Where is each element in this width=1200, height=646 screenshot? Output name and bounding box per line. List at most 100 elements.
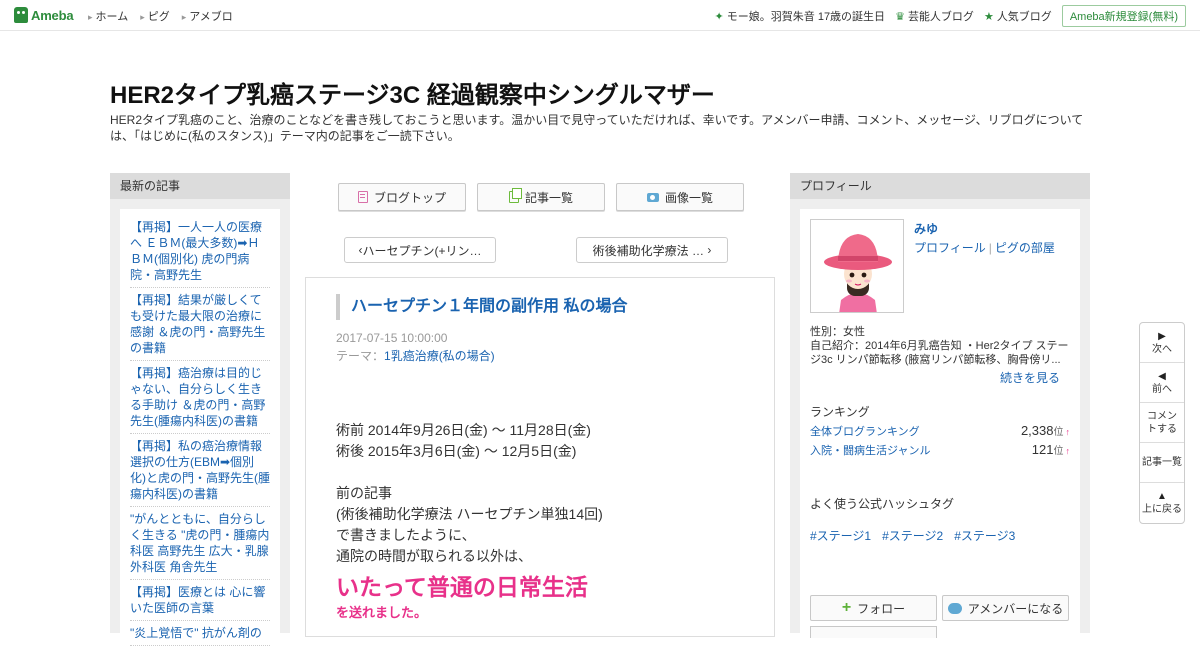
read-more-link[interactable]: 続きを見る — [1000, 369, 1060, 386]
article-highlight-sub: を送れました。 — [336, 605, 428, 620]
prev-article-button[interactable]: ‹ ハーセプチン(+リン… — [344, 237, 496, 263]
article: ハーセプチン１年間の副作用 私の場合 2017-07-15 10:00:00 テ… — [305, 277, 775, 637]
celebrity-blog-label: 芸能人ブログ — [907, 11, 974, 23]
nav-ameblo-label: アメブロ — [189, 11, 233, 23]
blog-tabs: ブログトップ 記事一覧 画像一覧 — [338, 183, 744, 211]
back-to-top-label: 上に戻る — [1142, 504, 1182, 515]
previous-button[interactable]: ◀ 前へ — [1140, 363, 1184, 403]
list-icon — [508, 188, 522, 203]
up-arrow-icon: ↑ — [1065, 427, 1071, 437]
separator: | — [988, 241, 992, 255]
ranking-value: 121位 ↑ — [1032, 442, 1070, 457]
genre-ranking-link[interactable]: 入院・闘病生活ジャンル — [810, 442, 930, 458]
image-list-button[interactable]: 画像一覧 — [616, 183, 744, 211]
avatar[interactable] — [810, 219, 904, 313]
blog-top-label: ブログトップ — [373, 190, 446, 205]
trending-topic-link[interactable]: ✦ モー娘。羽賀朱音 17歳の誕生日 — [715, 8, 886, 24]
article-list-side-button[interactable]: 記事一覧 — [1140, 443, 1184, 483]
nav-home-link[interactable]: ▸ ホーム — [88, 8, 128, 24]
next-button[interactable]: ▶ 次へ — [1140, 323, 1184, 363]
profile-gender: 性別：女性 — [810, 326, 865, 338]
crown-icon: ♛ — [895, 10, 905, 23]
list-item: 【再掲】医療とは 心に響いた医師の言葉 — [130, 580, 270, 621]
hashtag-list: #ステージ1 #ステージ2 #ステージ3 — [810, 527, 1015, 544]
floating-nav: ▶ 次へ ◀ 前へ コメントする 記事一覧 ▲ 上に戻る — [1139, 322, 1185, 524]
article-line: で書きましたように、 — [336, 527, 476, 543]
pigg-room-link[interactable]: ピグの部屋 — [995, 241, 1055, 255]
blog-description: HER2タイプ乳癌のこと、治療のことなどを書き残しておこうと思います。温かい目で… — [110, 113, 1084, 143]
message-button[interactable] — [810, 626, 937, 638]
article-line: 通院の時間が取られる以外は、 — [336, 548, 532, 564]
comment-button[interactable]: コメントする — [1140, 403, 1184, 443]
profile-sidebar: プロフィール みゆ プロフィール | ピグの部屋 性別：女性 自己紹介：2014… — [790, 173, 1090, 639]
article-theme: テーマ：1乳癌治療(私の場合) — [336, 347, 495, 364]
global-header: Ameba ▸ ホーム ▸ ピグ ▸ アメブロ ✦ モー娘。羽賀朱音 17歳の誕生日 ♛… — [0, 0, 1200, 31]
ameba-logo[interactable]: Ameba — [14, 6, 74, 24]
profile-heading: プロフィール — [790, 173, 1090, 199]
article-line: 前の記事 — [336, 485, 392, 501]
latest-articles-list: 【再掲】一人一人の医療へ ＥＢＭ(最大多数)➡ＨＢＭ(個別化) 虎の門病院・高野… — [120, 209, 280, 646]
article-date: 2017-07-15 10:00:00 — [336, 331, 448, 345]
list-item: 【再掲】私の癌治療情報選択の仕方(EBM➡個別化)と虎の門・高野先生(腫瘍内科医… — [130, 434, 270, 507]
play-left-icon: ◀ — [1158, 370, 1166, 382]
become-member-button[interactable]: アメンバーになる — [942, 595, 1069, 621]
latest-article-link[interactable]: 【再掲】癌治療は目的じゃない、自分らしく生きる手助け ＆虎の門・高野先生(腫瘍内… — [130, 366, 265, 428]
list-item: 【再掲】一人一人の医療へ ＥＢＭ(最大多数)➡ＨＢＭ(個別化) 虎の門病院・高野… — [130, 215, 270, 288]
article-body: 術前 2014年9月26日(金) ～ 11月28日(金) 術後 2015年3月6… — [336, 420, 603, 622]
blog-icon — [357, 191, 368, 203]
profile-link[interactable]: プロフィール — [914, 241, 986, 255]
back-to-top-button[interactable]: ▲ 上に戻る — [1140, 483, 1184, 523]
up-arrow-icon: ↑ — [1065, 446, 1071, 456]
next-article-button[interactable]: 術後補助化学療法 … › — [576, 237, 728, 263]
list-item: "炎上覚悟で" 抗がん剤の — [130, 621, 270, 646]
follow-button[interactable]: + フォロー — [810, 595, 937, 621]
follow-label: フォロー — [857, 601, 906, 616]
camera-icon — [646, 192, 659, 202]
overall-ranking-link[interactable]: 全体ブログランキング — [810, 423, 920, 439]
prev-article-label: ハーセプチン(+リン… — [362, 243, 482, 258]
avatar-illustration — [811, 220, 903, 312]
profile-name[interactable]: みゆ — [914, 220, 938, 237]
latest-article-link[interactable]: 【再掲】医療とは 心に響いた医師の言葉 — [130, 585, 265, 615]
latest-article-link[interactable]: 【再掲】一人一人の医療へ ＥＢＭ(最大多数)➡ＨＢＭ(個別化) 虎の門病院・高野… — [130, 220, 262, 282]
latest-article-link[interactable]: "炎上覚悟で" 抗がん剤の — [130, 626, 262, 640]
global-nav: ▸ ホーム ▸ ピグ ▸ アメブロ — [88, 8, 233, 24]
latest-article-link[interactable]: 【再掲】結果が厳しくても受けた最大限の治療に感謝 ＆虎の門・高野先生の書籍 — [130, 293, 265, 355]
nav-home-label: ホーム — [95, 11, 129, 23]
hashtag-heading: よく使う公式ハッシュタグ — [810, 497, 955, 511]
theme-link[interactable]: 1乳癌治療(私の場合) — [384, 349, 495, 363]
become-member-label: アメンバーになる — [967, 601, 1064, 616]
ranking-unit: 位 — [1053, 427, 1064, 438]
latest-article-link[interactable]: "がんとともに、自分らしく生きる "虎の門・腫瘍内科医 高野先生 広大・乳腺外科… — [130, 512, 269, 574]
profile-box: みゆ プロフィール | ピグの部屋 性別：女性 自己紹介：2014年6月乳癌告知 ・… — [800, 209, 1080, 639]
article-line: 術前 2014年9月26日(金) ～ 11月28日(金) — [336, 422, 591, 438]
hashtag-link[interactable]: #ステージ3 — [954, 527, 1015, 544]
ameba-logo-icon — [14, 7, 28, 23]
ranking-value: 2,338位 ↑ — [1021, 423, 1070, 438]
blog-title[interactable]: HER2タイプ乳癌ステージ3C 経過観察中シングルマザー — [110, 75, 715, 110]
signup-button[interactable]: Ameba新規登録(無料) — [1061, 5, 1186, 27]
logo-text: Ameba — [31, 7, 74, 23]
header-right-links: ✦ モー娘。羽賀朱音 17歳の誕生日 ♛ 芸能人ブログ ★ 人気ブログ Ameba新規… — [715, 5, 1186, 27]
hashtag-link[interactable]: #ステージ1 — [810, 527, 871, 544]
hashtag-link[interactable]: #ステージ2 — [882, 527, 943, 544]
image-list-label: 画像一覧 — [664, 190, 713, 205]
profile-intro: 自己紹介：2014年6月乳癌告知 ・Her2タイプ ステージ3c リンパ節転移 … — [810, 340, 1069, 366]
latest-article-link[interactable]: 【再掲】私の癌治療情報選択の仕方(EBM➡個別化)と虎の門・高野先生(腫瘍内科医… — [130, 439, 270, 501]
popular-blog-link[interactable]: ★ 人気ブログ — [984, 8, 1052, 24]
celebrity-blog-link[interactable]: ♛ 芸能人ブログ — [895, 8, 974, 24]
article-title[interactable]: ハーセプチン１年間の副作用 私の場合 — [336, 294, 627, 320]
blog-top-button[interactable]: ブログトップ — [338, 183, 466, 211]
next-label: 次へ — [1152, 343, 1172, 355]
article-list-button[interactable]: 記事一覧 — [477, 183, 605, 211]
play-right-icon: ▶ — [1158, 330, 1166, 342]
caret-icon: ▸ — [140, 12, 145, 22]
next-article-label: 術後補助化学療法 … — [592, 243, 704, 258]
nav-pigg-link[interactable]: ▸ ピグ — [140, 8, 170, 24]
previous-label: 前へ — [1152, 383, 1172, 395]
ranking-number: 121 — [1031, 442, 1054, 457]
nav-ameblo-link[interactable]: ▸ アメブロ — [182, 8, 233, 24]
trending-topic-label: モー娘。羽賀朱音 17歳の誕生日 — [726, 11, 886, 23]
article-line: 術後 2015年3月6日(金) ～ 12月5日(金) — [336, 443, 577, 459]
article-list-side-label: 記事一覧 — [1142, 457, 1182, 468]
